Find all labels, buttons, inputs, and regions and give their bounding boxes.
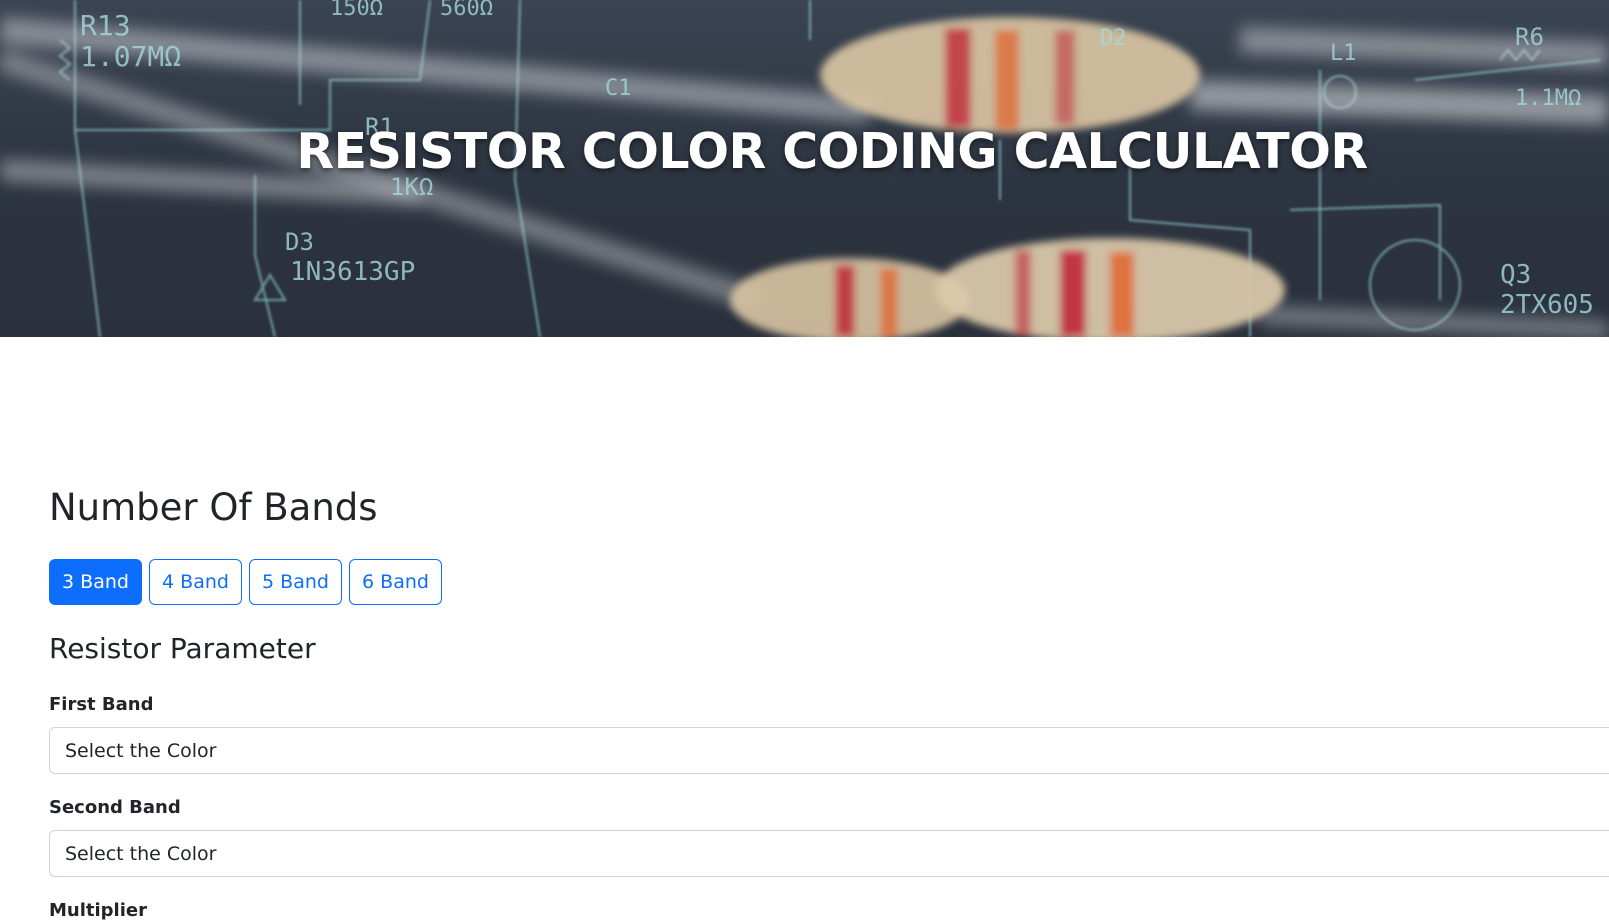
svg-text:R6: R6: [1515, 23, 1544, 51]
svg-text:Q3: Q3: [1500, 260, 1531, 290]
resistor-parameter-heading: Resistor Parameter: [49, 632, 316, 665]
svg-text:D2: D2: [1100, 26, 1127, 51]
svg-text:C1: C1: [605, 76, 632, 101]
band-3-button[interactable]: 3 Band: [49, 559, 142, 605]
band-4-button[interactable]: 4 Band: [149, 559, 242, 605]
band-5-button[interactable]: 5 Band: [249, 559, 342, 605]
band-selector: 3 Band 4 Band 5 Band 6 Band: [49, 559, 442, 605]
first-band-label: First Band: [49, 694, 154, 715]
svg-text:R13: R13: [80, 9, 131, 42]
svg-text:D3: D3: [285, 228, 314, 256]
page-title: RESISTOR COLOR CODING CALCULATOR: [296, 123, 1368, 180]
multiplier-label: Multiplier: [49, 900, 147, 921]
second-band-select[interactable]: Select the Color: [49, 830, 1609, 877]
svg-text:560Ω: 560Ω: [440, 0, 493, 21]
svg-text:L1: L1: [1330, 41, 1357, 66]
first-band-select[interactable]: Select the Color: [49, 727, 1609, 774]
svg-text:1.07MΩ: 1.07MΩ: [80, 40, 181, 73]
svg-text:2TX605: 2TX605: [1500, 290, 1594, 320]
hero-banner: R13 1.07MΩ R1 1KΩ D3 1N3613GP Q3 2TX605 …: [0, 0, 1609, 337]
svg-text:150Ω: 150Ω: [330, 0, 383, 21]
number-of-bands-heading: Number Of Bands: [49, 486, 378, 529]
resistor-top: [820, 17, 1200, 133]
resistor-bottom: [730, 238, 1285, 337]
band-6-button[interactable]: 6 Band: [349, 559, 442, 605]
svg-text:1.1MΩ: 1.1MΩ: [1515, 86, 1581, 111]
second-band-label: Second Band: [49, 797, 181, 818]
svg-text:1N3613GP: 1N3613GP: [290, 257, 415, 287]
